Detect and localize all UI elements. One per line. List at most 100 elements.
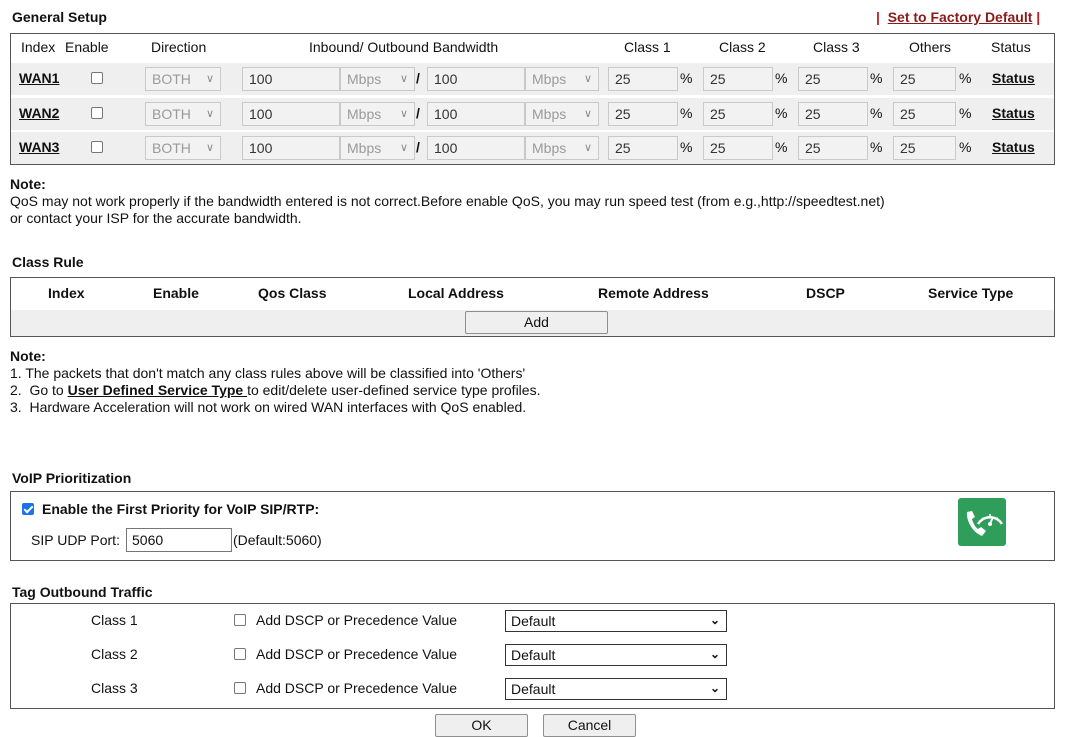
wan1-link[interactable]: WAN1 bbox=[19, 70, 59, 86]
slash-separator: / bbox=[416, 70, 420, 86]
wan2-class1-input[interactable]: 25 bbox=[608, 102, 678, 126]
chevron-down-icon: ∨ bbox=[399, 142, 408, 154]
cancel-button[interactable]: Cancel bbox=[543, 714, 636, 737]
tag-class1-checkbox[interactable] bbox=[234, 614, 246, 626]
header-status: Status bbox=[991, 39, 1031, 55]
wan1-outbound-unit-value: Mbps bbox=[532, 71, 567, 87]
tag-class1-select[interactable]: Default ⌄ bbox=[505, 610, 727, 632]
note-item-3: 3. Hardware Acceleration will not work o… bbox=[10, 399, 527, 415]
note-bandwidth-line2: or contact your ISP for the accurate ban… bbox=[10, 210, 302, 226]
wan1-enable-checkbox[interactable] bbox=[91, 72, 103, 84]
note-bandwidth-line1: QoS may not work properly if the bandwid… bbox=[10, 193, 885, 209]
wan1-inbound-input[interactable]: 100 bbox=[242, 67, 340, 91]
header-class1: Class 1 bbox=[624, 39, 671, 55]
tag-class3-label: Class 3 bbox=[91, 680, 138, 696]
note-item-2-prefix: 2. Go to bbox=[10, 382, 68, 398]
wan2-status-link[interactable]: Status bbox=[992, 105, 1035, 121]
wan2-enable-checkbox[interactable] bbox=[91, 107, 103, 119]
header-bandwidth: Inbound/ Outbound Bandwidth bbox=[309, 39, 499, 55]
chevron-down-icon: ∨ bbox=[583, 108, 592, 120]
header-local-address: Local Address bbox=[408, 285, 504, 301]
set-factory-default-link[interactable]: Set to Factory Default bbox=[888, 9, 1033, 25]
wan1-class1-input[interactable]: 25 bbox=[608, 67, 678, 91]
wan3-link[interactable]: WAN3 bbox=[19, 139, 59, 155]
wan2-outbound-unit-select[interactable]: Mbps ∨ bbox=[525, 102, 599, 126]
wan2-link[interactable]: WAN2 bbox=[19, 105, 59, 121]
wan2-inbound-input[interactable]: 100 bbox=[242, 102, 340, 126]
wan3-direction-select[interactable]: BOTH ∨ bbox=[145, 136, 221, 160]
tag-class2-value: Default bbox=[511, 647, 556, 663]
wan3-outbound-unit-select[interactable]: Mbps ∨ bbox=[525, 136, 599, 160]
percent-sign: % bbox=[870, 139, 883, 155]
wan2-direction-select[interactable]: BOTH ∨ bbox=[145, 102, 221, 126]
wan2-inbound-unit-select[interactable]: Mbps ∨ bbox=[340, 102, 415, 126]
separator-bar: | bbox=[1032, 9, 1041, 25]
chevron-down-icon: ∨ bbox=[583, 142, 592, 154]
note-item-1: 1. The packets that don't match any clas… bbox=[10, 365, 526, 381]
percent-sign: % bbox=[775, 105, 788, 121]
percent-sign: % bbox=[959, 70, 972, 86]
chevron-down-icon: ∨ bbox=[583, 73, 592, 85]
header-dscp: DSCP bbox=[806, 285, 845, 301]
chevron-down-icon: ∨ bbox=[205, 142, 214, 154]
wan1-direction-select[interactable]: BOTH ∨ bbox=[145, 67, 221, 91]
user-defined-service-type-link[interactable]: User Defined Service Type bbox=[68, 382, 247, 398]
tag-outbound-panel: Class 1 Add DSCP or Precedence Value Def… bbox=[10, 603, 1055, 709]
percent-sign: % bbox=[870, 70, 883, 86]
wan3-others-input[interactable]: 25 bbox=[893, 136, 956, 160]
wan1-inbound-unit-value: Mbps bbox=[347, 71, 382, 87]
ok-button[interactable]: OK bbox=[435, 714, 528, 737]
chevron-down-icon: ⌄ bbox=[709, 647, 720, 661]
voip-enable-label: Enable the First Priority for VoIP SIP/R… bbox=[42, 501, 320, 517]
voip-enable-checkbox[interactable] bbox=[22, 503, 34, 515]
wan3-class2-input[interactable]: 25 bbox=[703, 136, 773, 160]
wan1-outbound-unit-select[interactable]: Mbps ∨ bbox=[525, 67, 599, 91]
chevron-down-icon: ∨ bbox=[205, 73, 214, 85]
sip-port-input[interactable]: 5060 bbox=[126, 528, 232, 552]
percent-sign: % bbox=[680, 70, 693, 86]
wan1-class3-input[interactable]: 25 bbox=[798, 67, 868, 91]
tag-class2-checkbox-label: Add DSCP or Precedence Value bbox=[256, 646, 458, 662]
wan1-class2-input[interactable]: 25 bbox=[703, 67, 773, 91]
class-rule-title: Class Rule bbox=[12, 254, 84, 270]
wan2-class3-input[interactable]: 25 bbox=[798, 102, 868, 126]
add-rule-button[interactable]: Add bbox=[465, 311, 608, 334]
wan1-others-input[interactable]: 25 bbox=[893, 67, 956, 91]
chevron-down-icon: ⌄ bbox=[709, 681, 720, 695]
wan3-status-link[interactable]: Status bbox=[992, 139, 1035, 155]
header-direction: Direction bbox=[151, 39, 207, 55]
wan3-inbound-unit-select[interactable]: Mbps ∨ bbox=[340, 136, 415, 160]
wan3-inbound-input[interactable]: 100 bbox=[242, 136, 340, 160]
tag-class1-checkbox-label: Add DSCP or Precedence Value bbox=[256, 612, 458, 628]
wan1-outbound-input[interactable]: 100 bbox=[427, 67, 525, 91]
chevron-down-icon: ∨ bbox=[399, 73, 408, 85]
sip-port-default-hint: (Default:5060) bbox=[233, 532, 322, 548]
tag-class2-label: Class 2 bbox=[91, 646, 138, 662]
wan2-class2-input[interactable]: 25 bbox=[703, 102, 773, 126]
slash-separator: / bbox=[416, 105, 420, 121]
note-item-2-suffix: to edit/delete user-defined service type… bbox=[247, 382, 541, 398]
wan3-outbound-input[interactable]: 100 bbox=[427, 136, 525, 160]
tag-class3-select[interactable]: Default ⌄ bbox=[505, 678, 727, 700]
tag-outbound-title: Tag Outbound Traffic bbox=[12, 584, 153, 600]
header-remote-address: Remote Address bbox=[598, 285, 709, 301]
wan2-outbound-input[interactable]: 100 bbox=[427, 102, 525, 126]
general-setup-title: General Setup bbox=[12, 9, 107, 25]
tag-class2-select[interactable]: Default ⌄ bbox=[505, 644, 727, 666]
wan3-class3-input[interactable]: 25 bbox=[798, 136, 868, 160]
wan3-class1-input[interactable]: 25 bbox=[608, 136, 678, 160]
wan1-status-link[interactable]: Status bbox=[992, 70, 1035, 86]
wan3-enable-checkbox[interactable] bbox=[91, 141, 103, 153]
sip-port-label: SIP UDP Port: bbox=[31, 532, 120, 548]
wan3-outbound-unit-value: Mbps bbox=[532, 140, 567, 156]
factory-default-wrap: | Set to Factory Default | bbox=[876, 9, 1040, 25]
tag-class2-checkbox[interactable] bbox=[234, 648, 246, 660]
voip-panel: Enable the First Priority for VoIP SIP/R… bbox=[10, 491, 1055, 561]
wan3-inbound-unit-value: Mbps bbox=[347, 140, 382, 156]
wan3-direction-value: BOTH bbox=[152, 140, 191, 156]
tag-class3-checkbox[interactable] bbox=[234, 682, 246, 694]
wan1-inbound-unit-select[interactable]: Mbps ∨ bbox=[340, 67, 415, 91]
general-setup-table: Index Enable Direction Inbound/ Outbound… bbox=[10, 33, 1055, 165]
wan2-inbound-unit-value: Mbps bbox=[347, 106, 382, 122]
wan2-others-input[interactable]: 25 bbox=[893, 102, 956, 126]
